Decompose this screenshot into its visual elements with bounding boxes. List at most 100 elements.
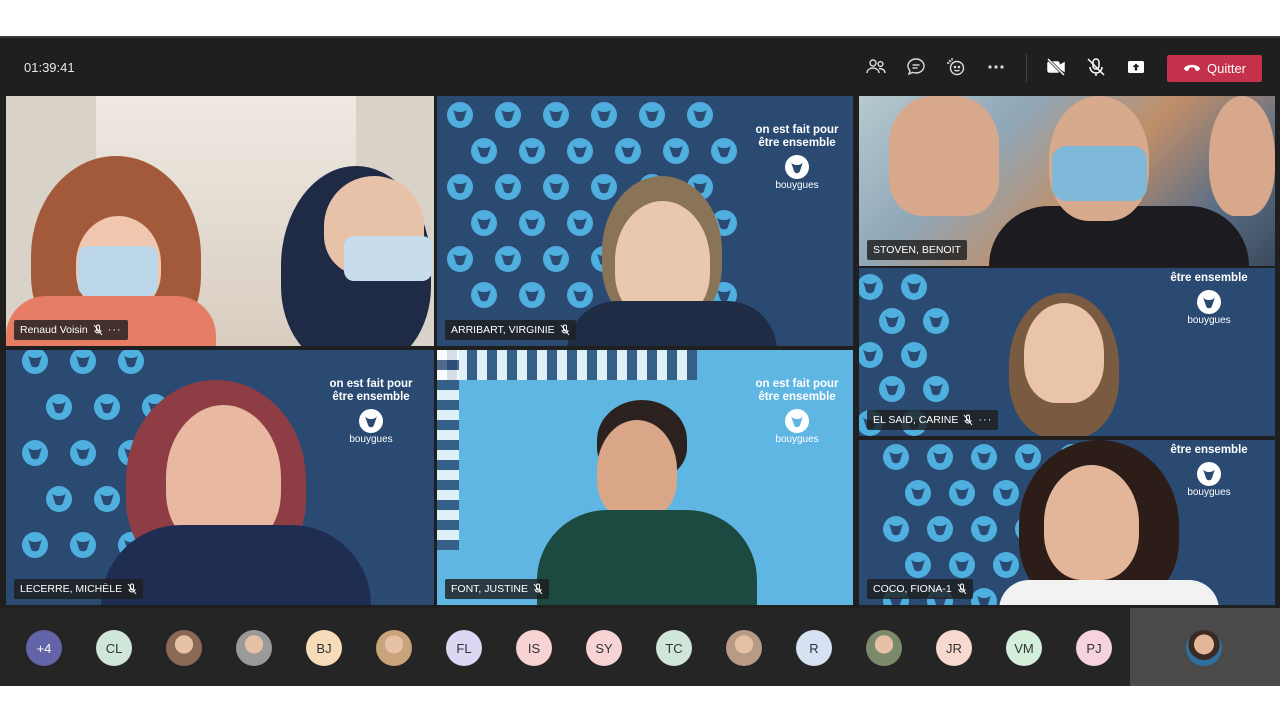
pattern-logo-icon — [443, 98, 477, 132]
pattern-logo-icon — [443, 170, 477, 204]
bouygues-logo — [784, 154, 810, 180]
participant-name: ARRIBART, VIRGINIE — [451, 324, 555, 336]
pattern-logo-icon — [42, 390, 76, 424]
pattern-logo-icon — [515, 206, 549, 240]
bouygues-logo — [1196, 289, 1222, 315]
face-mask — [344, 236, 432, 281]
pattern-logo-icon — [587, 170, 621, 204]
participant-avatar[interactable]: JR — [936, 630, 972, 666]
pattern-logo-icon — [587, 98, 621, 132]
video-tile-el-said-carine[interactable]: être ensemble bouygues EL SAID, CARINE ·… — [859, 268, 1275, 436]
pattern-logo-icon — [66, 350, 100, 378]
pattern-logo-icon — [967, 512, 1001, 546]
participant-avatar[interactable]: R — [796, 630, 832, 666]
participant-name: EL SAID, CARINE — [873, 414, 959, 426]
brand-tagline-line1: on est fait pour — [755, 124, 839, 136]
more-icon[interactable] — [985, 56, 1007, 78]
meeting-toolbar: 01:39:41 Quitter — [0, 36, 1280, 98]
background-leaf-pattern — [437, 350, 459, 550]
pattern-logo-icon — [989, 548, 1023, 582]
participant-avatar-photo[interactable] — [726, 630, 762, 666]
self-preview[interactable] — [1130, 608, 1280, 686]
participant-name: FONT, JUSTINE — [451, 583, 529, 595]
pattern-logo-icon — [635, 98, 669, 132]
video-tile-font-justine[interactable]: on est fait pour être ensemble bouygues … — [437, 350, 853, 605]
participant-avatar[interactable]: BJ — [306, 630, 342, 666]
pattern-logo-icon — [515, 134, 549, 168]
pattern-logo-icon — [515, 278, 549, 312]
leave-button[interactable]: Quitter — [1167, 55, 1262, 82]
pattern-logo-icon — [875, 372, 909, 406]
participant-avatar[interactable]: TC — [656, 630, 692, 666]
participant-hand — [889, 96, 999, 216]
pattern-logo-icon — [945, 548, 979, 582]
pattern-logo-icon — [114, 350, 148, 378]
meeting-window: 01:39:41 Quitter Renaud Voisin ··· on es… — [0, 36, 1280, 686]
mic-off-icon[interactable] — [1085, 56, 1107, 78]
participant-avatar[interactable]: SY — [586, 630, 622, 666]
background-leaf-pattern — [437, 350, 697, 380]
participant-avatar[interactable]: VM — [1006, 630, 1042, 666]
pattern-logo-icon — [879, 440, 913, 474]
participant-avatar-photo[interactable] — [166, 630, 202, 666]
pattern-logo-icon — [897, 338, 931, 372]
face-mask — [1052, 146, 1147, 201]
participant-hand — [1209, 96, 1275, 216]
participant-name-tag: COCO, FIONA-1 — [867, 579, 973, 599]
pattern-logo-icon — [539, 98, 573, 132]
participant-avatar[interactable]: FL — [446, 630, 482, 666]
camera-off-icon[interactable] — [1045, 56, 1067, 78]
participant-avatar[interactable]: IS — [516, 630, 552, 666]
pattern-logo-icon — [859, 270, 887, 304]
pattern-logo-icon — [467, 206, 501, 240]
participant-avatar-photo[interactable] — [866, 630, 902, 666]
participant-sweater — [537, 510, 757, 605]
brand-wordmark: bouygues — [349, 434, 393, 445]
participant-name: COCO, FIONA-1 — [873, 583, 952, 595]
pattern-logo-icon — [875, 304, 909, 338]
share-icon[interactable] — [1125, 56, 1147, 78]
participant-name-tag: STOVEN, BENOIT — [867, 240, 967, 260]
video-tile-stoven-benoit[interactable]: STOVEN, BENOIT — [859, 96, 1275, 266]
reactions-icon[interactable] — [945, 56, 967, 78]
people-icon[interactable] — [865, 56, 887, 78]
pattern-logo-icon — [467, 134, 501, 168]
brand-wordmark: bouygues — [775, 434, 819, 445]
participant-avatar[interactable]: CL — [96, 630, 132, 666]
chat-icon[interactable] — [905, 56, 927, 78]
brand-slogan: on est fait pour être ensemble bouygues — [747, 378, 847, 446]
participant-avatar[interactable]: +4 — [26, 630, 62, 666]
video-tile-arribart-virginie[interactable]: on est fait pour être ensemble bouygues … — [437, 96, 853, 346]
participant-avatar-photo[interactable] — [376, 630, 412, 666]
video-tile-lecerre-michele[interactable]: on est fait pour être ensemble bouygues … — [6, 350, 434, 605]
participants-strip: PJ VM JR R TC SY IS FL BJ CL +4 — [0, 608, 1280, 686]
pattern-logo-icon — [90, 390, 124, 424]
participant-avatar-photo[interactable] — [236, 630, 272, 666]
mic-off-icon — [560, 324, 570, 336]
participant-name-tag: LECERRE, MICHÈLE — [14, 579, 144, 599]
pattern-logo-icon — [539, 242, 573, 276]
participant-avatar[interactable]: PJ — [1076, 630, 1112, 666]
brand-tagline-line2: être ensemble — [1170, 444, 1248, 456]
pattern-logo-icon — [42, 482, 76, 516]
pattern-logo-icon — [491, 242, 525, 276]
brand-wordmark: bouygues — [775, 180, 819, 191]
brand-slogan: être ensemble bouygues — [1159, 272, 1259, 327]
pattern-logo-icon — [443, 242, 477, 276]
video-tile-renaud-voisin[interactable]: Renaud Voisin ··· — [6, 96, 434, 346]
pattern-logo-icon — [683, 98, 717, 132]
mic-off-icon — [127, 583, 137, 595]
mic-off-icon — [93, 324, 103, 336]
participant-shirt — [999, 580, 1219, 605]
participant-figure — [1024, 303, 1104, 403]
participant-more-options[interactable]: ··· — [978, 414, 992, 426]
participant-more-options[interactable]: ··· — [108, 324, 122, 336]
participant-shirt — [567, 301, 777, 346]
pattern-logo-icon — [90, 482, 124, 516]
pattern-logo-icon — [491, 98, 525, 132]
participant-name-tag: ARRIBART, VIRGINIE — [445, 320, 576, 340]
participant-name-tag: FONT, JUSTINE — [445, 579, 550, 599]
pattern-logo-icon — [66, 436, 100, 470]
video-tile-coco-fiona[interactable]: être ensemble bouygues COCO, FIONA-1 — [859, 440, 1275, 605]
bouygues-logo — [358, 408, 384, 434]
